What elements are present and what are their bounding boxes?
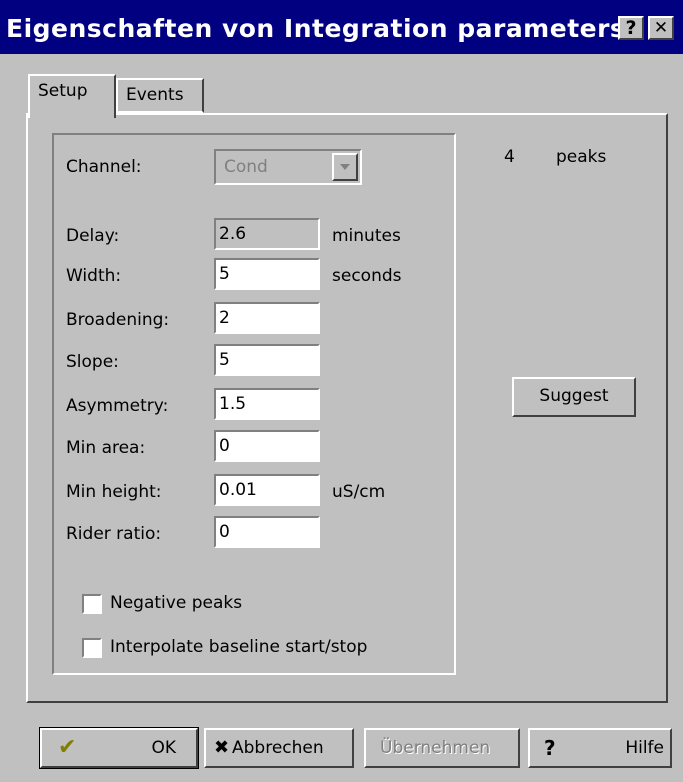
peaks-label: peaks: [556, 147, 607, 167]
cross-icon: ✖: [214, 737, 230, 758]
peaks-count: 4: [504, 147, 515, 167]
delay-unit: minutes: [332, 226, 401, 246]
apply-button[interactable]: Übernehmen: [364, 728, 520, 768]
interpolate-baseline-checkbox[interactable]: [82, 638, 102, 658]
min-area-field[interactable]: [214, 430, 320, 462]
min-height-label: Min height:: [66, 482, 162, 502]
apply-button-label: Übernehmen: [380, 738, 491, 758]
width-unit: seconds: [332, 266, 402, 286]
checkmark-icon: ✔: [58, 735, 77, 760]
negative-peaks-checkbox[interactable]: [82, 594, 102, 614]
cancel-button-label: Abbrechen: [232, 738, 324, 758]
cancel-button[interactable]: ✖ Abbrechen: [204, 728, 354, 768]
close-icon[interactable]: ✕: [648, 16, 674, 40]
channel-dropdown[interactable]: Cond: [214, 149, 362, 185]
slope-label: Slope:: [66, 352, 119, 372]
channel-value: Cond: [224, 157, 268, 177]
asymmetry-label: Asymmetry:: [66, 396, 169, 416]
question-icon: ?: [544, 736, 556, 760]
min-height-unit: uS/cm: [332, 482, 386, 502]
help-button[interactable]: ? Hilfe: [528, 728, 672, 768]
delay-label: Delay:: [66, 226, 120, 246]
rider-ratio-field[interactable]: [214, 516, 320, 548]
delay-field[interactable]: [214, 218, 320, 250]
ok-button[interactable]: ✔ OK: [39, 727, 199, 769]
suggest-button-label: Suggest: [539, 386, 609, 406]
interpolate-baseline-label[interactable]: Interpolate baseline start/stop: [110, 637, 367, 657]
title-bar[interactable]: Eigenschaften von Integration parameters…: [0, 0, 683, 54]
broadening-label: Broadening:: [66, 310, 170, 330]
help-icon[interactable]: ?: [618, 16, 644, 40]
channel-label-text: Channel:: [66, 157, 142, 177]
tab-setup[interactable]: Setup: [28, 74, 116, 118]
broadening-field[interactable]: [214, 302, 320, 334]
help-button-label: Hilfe: [625, 738, 664, 758]
tab-events[interactable]: Events: [116, 78, 204, 113]
min-area-label: Min area:: [66, 438, 146, 458]
width-field[interactable]: [214, 258, 320, 290]
suggest-button[interactable]: Suggest: [512, 377, 636, 417]
tab-events-label: Events: [126, 85, 184, 105]
slope-field[interactable]: [214, 344, 320, 376]
negative-peaks-label[interactable]: Negative peaks: [110, 593, 242, 613]
rider-ratio-label: Rider ratio:: [66, 524, 162, 544]
width-label: Width:: [66, 266, 122, 286]
properties-dialog: Eigenschaften von Integration parameters…: [0, 0, 683, 782]
ok-button-label: OK: [151, 738, 176, 758]
channel-label: Channel:: [66, 157, 142, 177]
min-height-field[interactable]: [214, 474, 320, 506]
dialog-title: Eigenschaften von Integration parameters: [6, 14, 626, 43]
asymmetry-field[interactable]: [214, 388, 320, 420]
tab-setup-label: Setup: [38, 81, 88, 101]
chevron-down-icon[interactable]: [332, 153, 358, 181]
